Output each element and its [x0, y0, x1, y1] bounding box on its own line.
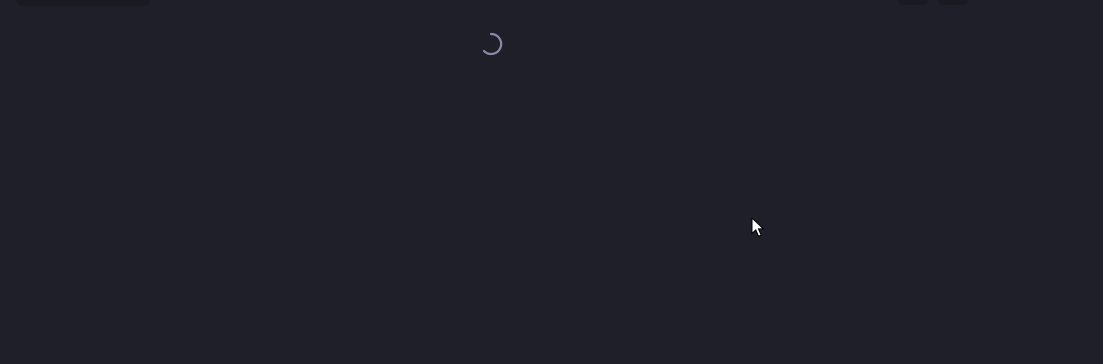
top-right-button-1[interactable] [897, 0, 929, 5]
top-left-toolbar-pill[interactable] [16, 0, 150, 6]
top-right-button-2[interactable] [937, 0, 969, 5]
app-window [0, 0, 1103, 364]
mouse-pointer-icon [751, 217, 765, 238]
loading-spinner-icon [479, 32, 503, 56]
